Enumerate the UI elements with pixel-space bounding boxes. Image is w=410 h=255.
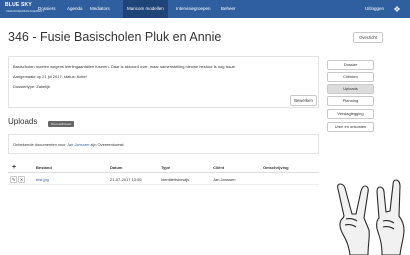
side-item-verslaglegging[interactable]: Verslaglegging: [327, 109, 374, 119]
row-date: 21-07-2017 13:56: [110, 177, 142, 182]
row-type: Identiteitsbewijs: [161, 177, 190, 182]
overview-button[interactable]: Overzicht: [353, 32, 383, 43]
col-header-bestand: Bestand: [36, 165, 52, 170]
gear-icon[interactable]: [394, 6, 400, 12]
top-navbar: BLUE SKY VERANDERMANAGEMENT Dossiers Age…: [0, 0, 410, 18]
peace-hands-illustration: [337, 179, 405, 255]
side-item-planning[interactable]: Planning: [327, 96, 374, 106]
uploads-note-panel: Onbekende documenten voor Jan Janssen zi…: [8, 134, 319, 154]
logout-link[interactable]: Uitloggen: [365, 0, 384, 18]
side-item-uren-onkosten[interactable]: Uren en onkosten: [327, 122, 374, 132]
dossier-created: Aangemaakt op 21 jul 2017, status: Actie…: [13, 74, 87, 79]
dossier-info-panel: Basischolen moeten wegens leerlingaantal…: [8, 56, 319, 108]
uploads-heading: Uploads: [8, 117, 38, 126]
client-link[interactable]: Jan Janssen: [67, 142, 89, 147]
col-header-client: Cliënt: [213, 165, 225, 170]
page-title: 346 - Fusie Basischolen Pluk en Annie: [8, 30, 222, 44]
delete-row-button[interactable]: ✕: [18, 176, 25, 183]
blue-sky-logo[interactable]: BLUE SKY VERANDERMANAGEMENT: [5, 2, 44, 16]
nav-dossiers[interactable]: Dossiers: [34, 0, 60, 18]
row-client: Jan Janssen: [213, 177, 236, 182]
show-archive-badge[interactable]: Toon archieven: [48, 121, 75, 127]
uploads-note-prefix: Onbekende documenten voor: [13, 142, 66, 147]
side-item-clienten[interactable]: Cliënten: [327, 72, 374, 82]
col-header-type: Type: [161, 165, 171, 170]
col-header-omschrijving: Omschrijving: [263, 165, 289, 170]
nav-intervisiegroepen[interactable]: Intervisiegroepen: [172, 0, 215, 18]
table-header-row: + Bestand Datum Type Cliënt Omschrijving: [8, 163, 319, 173]
nav-agenda[interactable]: Agenda: [63, 0, 87, 18]
nav-mancom-modellen[interactable]: Mancom modellen: [123, 0, 168, 18]
nav-beheer[interactable]: Beheer: [217, 0, 240, 18]
table-row: ✎ ✕ test.jpg 21-07-2017 13:56 Identiteit…: [8, 175, 319, 185]
dossier-description: Basischolen moeten wegens leerlingaantal…: [13, 64, 237, 69]
edit-row-button[interactable]: ✎: [10, 176, 17, 183]
col-header-datum: Datum: [110, 165, 123, 170]
side-item-dossier[interactable]: Dossier: [327, 60, 374, 70]
edit-button[interactable]: Bewerken: [290, 95, 317, 106]
uploads-note: Onbekende documenten voor Jan Janssen zi…: [13, 142, 125, 147]
nav-mediators[interactable]: Mediators: [86, 0, 114, 18]
dossier-type: Dossiertype: Zakelijk: [13, 84, 50, 89]
add-upload-button[interactable]: +: [12, 163, 16, 172]
file-link[interactable]: test.jpg: [36, 176, 49, 184]
uploads-note-suffix: zijn Overeenkomst.: [90, 142, 125, 147]
side-item-uploads[interactable]: Uploads: [327, 84, 374, 94]
logo-title: BLUE SKY: [5, 2, 32, 8]
